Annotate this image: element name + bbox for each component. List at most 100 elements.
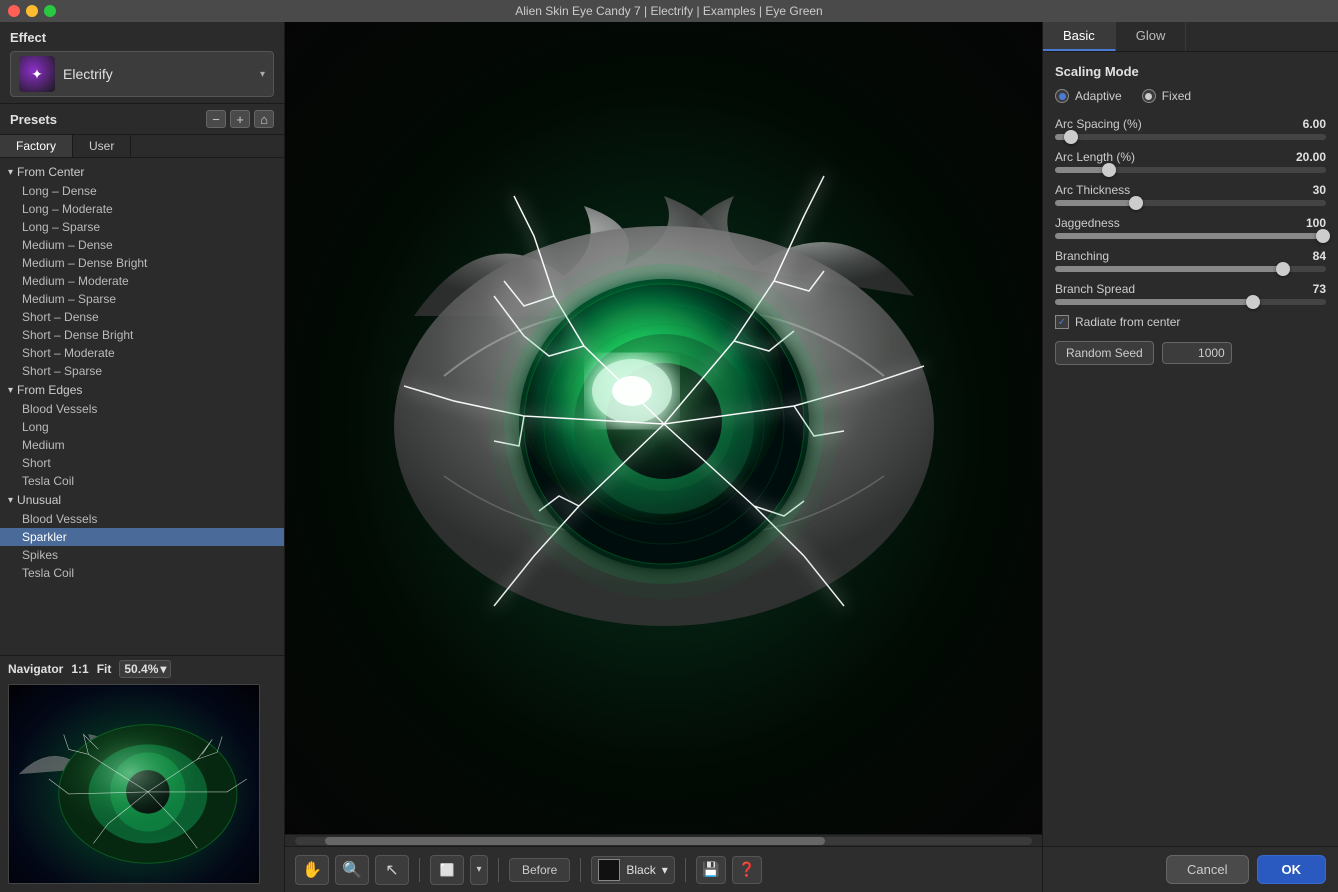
save-button[interactable]: 💾 [696, 856, 726, 884]
radio-adaptive-label: Adaptive [1075, 89, 1122, 103]
branch-spread-slider[interactable] [1055, 299, 1326, 305]
list-item[interactable]: Spikes [0, 546, 284, 564]
left-panel: Effect Electrify ▾ Presets − + ⌂ Factory… [0, 22, 285, 892]
color-chevron-icon: ▾ [662, 863, 668, 877]
arc-spacing-thumb[interactable] [1064, 130, 1078, 144]
jaggedness-slider[interactable] [1055, 233, 1326, 239]
list-item[interactable]: Medium – Moderate [0, 272, 284, 290]
param-arc-length: Arc Length (%) 20.00 [1055, 150, 1326, 173]
radiate-checkbox[interactable]: ✓ [1055, 315, 1069, 329]
list-item-sparkler[interactable]: Sparkler [0, 528, 284, 546]
arc-length-slider[interactable] [1055, 167, 1326, 173]
list-item[interactable]: Short – Dense Bright [0, 326, 284, 344]
param-jaggedness: Jaggedness 100 [1055, 216, 1326, 239]
tab-basic[interactable]: Basic [1043, 22, 1116, 51]
center-panel: ✋ 🔍 ↖ ⬜ ▾ Before Black ▾ 💾 ❓ [285, 22, 1043, 892]
navigator-header: Navigator 1:1 Fit 50.4% ▾ [0, 656, 284, 682]
list-item[interactable]: Blood Vessels [0, 400, 284, 418]
list-item[interactable]: Long – Dense [0, 182, 284, 200]
arc-thickness-label: Arc Thickness [1055, 183, 1130, 197]
color-selector[interactable]: Black ▾ [591, 856, 674, 884]
group-from-edges[interactable]: From Edges [0, 380, 284, 400]
seed-row: Random Seed [1055, 341, 1326, 365]
list-item[interactable]: Medium – Dense Bright [0, 254, 284, 272]
zoom-chevron-icon: ▾ [160, 662, 166, 676]
arc-thickness-thumb[interactable] [1129, 196, 1143, 210]
tab-factory[interactable]: Factory [0, 135, 73, 157]
list-item[interactable]: Medium – Sparse [0, 290, 284, 308]
list-item[interactable]: Short – Sparse [0, 362, 284, 380]
frame-chevron-button[interactable]: ▾ [470, 855, 488, 885]
navigator-thumbnail[interactable] [8, 684, 260, 884]
chevron-down-icon: ▾ [260, 69, 265, 80]
list-item[interactable]: Medium [0, 436, 284, 454]
radio-fixed[interactable]: Fixed [1142, 89, 1191, 103]
preset-plus-button[interactable]: + [230, 110, 250, 128]
arc-thickness-slider[interactable] [1055, 200, 1326, 206]
pan-tool-button[interactable]: ✋ [295, 855, 329, 885]
arc-spacing-value: 6.00 [1303, 117, 1326, 131]
zoom-tool-button[interactable]: 🔍 [335, 855, 369, 885]
window-title: Alien Skin Eye Candy 7 | Electrify | Exa… [515, 4, 822, 18]
branch-spread-thumb[interactable] [1246, 295, 1260, 309]
param-branching: Branching 84 [1055, 249, 1326, 272]
titlebar: Alien Skin Eye Candy 7 | Electrify | Exa… [0, 0, 1338, 22]
maximize-button[interactable] [44, 5, 56, 17]
canvas-area[interactable] [285, 22, 1042, 834]
canvas-scrollbar[interactable] [285, 834, 1042, 846]
random-seed-button[interactable]: Random Seed [1055, 341, 1154, 365]
arc-length-thumb[interactable] [1102, 163, 1116, 177]
preset-minus-button[interactable]: − [206, 110, 226, 128]
cancel-button[interactable]: Cancel [1166, 855, 1248, 884]
radio-fixed-circle [1142, 89, 1156, 103]
canvas-toolbar: ✋ 🔍 ↖ ⬜ ▾ Before Black ▾ 💾 ❓ [285, 846, 1042, 892]
minimize-button[interactable] [26, 5, 38, 17]
arc-thickness-value: 30 [1313, 183, 1326, 197]
presets-header: Presets − + ⌂ [0, 104, 284, 135]
effect-name: Electrify [63, 66, 252, 82]
list-item[interactable]: Short – Moderate [0, 344, 284, 362]
branching-thumb[interactable] [1276, 262, 1290, 276]
radio-adaptive-circle [1055, 89, 1069, 103]
group-from-center[interactable]: From Center [0, 162, 284, 182]
before-button[interactable]: Before [509, 858, 570, 882]
ok-button[interactable]: OK [1257, 855, 1327, 884]
branch-spread-value: 73 [1313, 282, 1326, 296]
branch-spread-fill [1055, 299, 1253, 305]
toolbar-separator-4 [685, 858, 686, 882]
list-item[interactable]: Long – Sparse [0, 218, 284, 236]
list-item[interactable]: Tesla Coil [0, 472, 284, 490]
scrollbar-thumb[interactable] [325, 837, 825, 845]
radio-adaptive[interactable]: Adaptive [1055, 89, 1122, 103]
list-item[interactable]: Tesla Coil [0, 564, 284, 582]
jaggedness-fill [1055, 233, 1326, 239]
effect-icon [19, 56, 55, 92]
frame-tool-button[interactable]: ⬜ [430, 855, 464, 885]
branching-slider[interactable] [1055, 266, 1326, 272]
radiate-checkbox-row[interactable]: ✓ Radiate from center [1055, 315, 1326, 329]
close-button[interactable] [8, 5, 20, 17]
navigator-zoom-selector[interactable]: 50.4% ▾ [119, 660, 171, 678]
navigator-label: Navigator [8, 662, 63, 676]
list-item[interactable]: Short [0, 454, 284, 472]
arc-spacing-slider[interactable] [1055, 134, 1326, 140]
preset-home-button[interactable]: ⌂ [254, 110, 274, 128]
tab-user[interactable]: User [73, 135, 131, 157]
presets-list[interactable]: From Center Long – Dense Long – Moderate… [0, 158, 284, 655]
help-button[interactable]: ❓ [732, 856, 762, 884]
list-item[interactable]: Long [0, 418, 284, 436]
effect-selector[interactable]: Electrify ▾ [10, 51, 274, 97]
effect-header: Effect Electrify ▾ [0, 22, 284, 104]
list-item[interactable]: Long – Moderate [0, 200, 284, 218]
group-unusual[interactable]: Unusual [0, 490, 284, 510]
jaggedness-value: 100 [1306, 216, 1326, 230]
jaggedness-thumb[interactable] [1316, 229, 1330, 243]
list-item[interactable]: Blood Vessels [0, 510, 284, 528]
tab-glow[interactable]: Glow [1116, 22, 1187, 51]
list-item[interactable]: Medium – Dense [0, 236, 284, 254]
seed-input[interactable] [1162, 342, 1232, 364]
select-tool-button[interactable]: ↖ [375, 855, 409, 885]
list-item[interactable]: Short – Dense [0, 308, 284, 326]
navigator-fit-button[interactable]: Fit [97, 662, 112, 676]
presets-section: Presets − + ⌂ Factory User From Center L… [0, 104, 284, 655]
